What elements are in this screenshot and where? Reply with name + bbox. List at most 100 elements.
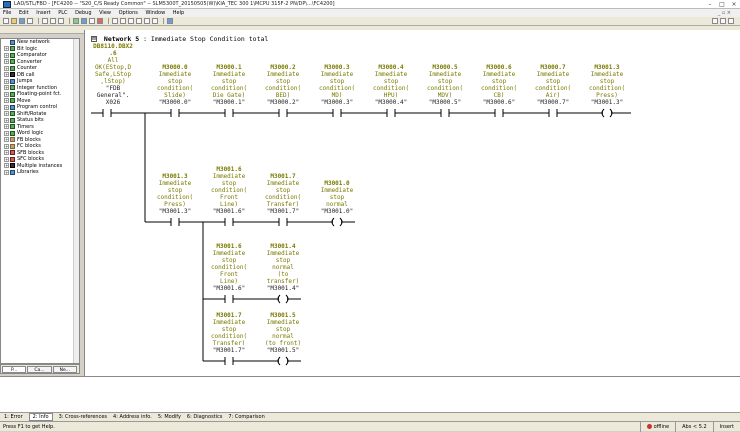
open-icon[interactable] <box>11 18 17 24</box>
expand-icon[interactable]: + <box>4 52 9 58</box>
operand-label[interactable]: M3001.5 Immediate stop normal (to front) "… <box>247 312 319 354</box>
overview-icon[interactable] <box>728 18 734 24</box>
tree-list: New network + Bit logic + Comparator + Convert… <box>1 39 79 176</box>
operand-address: M3001.7 <box>270 173 296 180</box>
branch-open-icon[interactable] <box>144 18 150 24</box>
offline-indicator-icon <box>646 424 652 429</box>
operand-label[interactable]: M3001.3 Immediate stop condition( Press) "… <box>571 64 643 106</box>
tab-error[interactable]: 1: Error <box>4 414 23 420</box>
expand-icon[interactable]: + <box>4 85 9 91</box>
expand-icon[interactable]: + <box>4 143 9 149</box>
menu-insert[interactable]: Insert <box>36 10 50 16</box>
menu-window[interactable]: Window <box>145 10 165 16</box>
program-control-icon <box>10 104 15 110</box>
operand-address: M3001.3 <box>594 64 620 71</box>
coil-icon[interactable] <box>128 18 134 24</box>
ladder-editor[interactable]: ⊟ Network 5 : Immediate Stop Condition t… <box>84 30 740 376</box>
close-icon[interactable]: × <box>728 0 740 8</box>
expand-icon[interactable]: + <box>4 72 9 78</box>
network-icon[interactable] <box>112 18 118 24</box>
paste-icon[interactable] <box>58 18 64 24</box>
save-icon[interactable] <box>19 18 25 24</box>
expand-icon[interactable]: + <box>4 163 9 169</box>
operand-comment: Immediate stop normal (to front) <box>264 319 302 347</box>
operand-address: M3001.0 <box>324 180 350 187</box>
tab-address-info[interactable]: 4: Address info. <box>113 414 152 420</box>
output-tabs: 1: Error 2: Info 3: Cross-references 4: … <box>0 412 740 421</box>
menu-edit[interactable]: Edit <box>19 10 29 16</box>
new-network-icon <box>10 39 15 45</box>
toolbar-separator <box>38 18 39 24</box>
tab-modify[interactable]: 5: Modify <box>158 414 181 420</box>
expand-icon[interactable]: + <box>4 156 9 162</box>
operand-address: DB8110.DBX2 .6 <box>93 43 133 57</box>
expand-icon[interactable]: + <box>4 98 9 104</box>
child-window-controls[interactable]: _ ▫ × <box>718 9 731 17</box>
box-icon[interactable] <box>136 18 142 24</box>
operand-symbol: "M3001.4" <box>266 285 300 292</box>
branch-close-icon[interactable] <box>152 18 158 24</box>
new-icon[interactable] <box>3 18 9 24</box>
expand-icon[interactable]: + <box>4 78 9 84</box>
expand-icon[interactable]: + <box>4 124 9 130</box>
tab-call-structure[interactable]: Ca... <box>27 366 52 373</box>
tree-item[interactable]: + Libraries <box>1 169 79 176</box>
expand-icon[interactable]: + <box>4 65 9 71</box>
expand-icon[interactable]: + <box>4 130 9 136</box>
output-panel[interactable] <box>0 376 740 413</box>
menu-plc[interactable]: PLC <box>58 10 67 16</box>
zoom-in-icon[interactable] <box>712 18 718 24</box>
expand-icon[interactable]: + <box>4 59 9 65</box>
converter-icon <box>10 59 15 65</box>
jumps-icon <box>10 78 15 84</box>
expand-icon[interactable]: + <box>4 104 9 110</box>
operand-label[interactable]: M3001.4 Immediate stop normal (to transfe… <box>247 243 319 292</box>
print-icon[interactable] <box>27 18 33 24</box>
menu-file[interactable]: File <box>3 10 11 16</box>
maximize-icon[interactable]: □ <box>716 0 728 8</box>
comparator-icon <box>10 52 15 58</box>
expand-icon[interactable]: + <box>4 46 9 52</box>
expand-icon[interactable]: + <box>4 91 9 97</box>
minimize-icon[interactable]: – <box>704 0 716 8</box>
operand-comment: Immediate stop normal <box>320 187 354 208</box>
expand-icon[interactable]: + <box>4 111 9 117</box>
operand-label[interactable]: M3001.0 Immediate stop normal "M3001.0" <box>301 180 373 215</box>
contact-icon[interactable] <box>120 18 126 24</box>
timers-icon <box>10 124 15 130</box>
operand-address: M3001.4 <box>270 243 296 250</box>
copy-icon[interactable] <box>50 18 56 24</box>
tab-info[interactable]: 2: Info <box>28 413 53 421</box>
tab-comparison[interactable]: 7: Comparison <box>228 414 264 420</box>
tab-diagnostics[interactable]: 6: Diagnostics <box>187 414 222 420</box>
tree-item-label: Libraries <box>17 169 39 175</box>
expand-icon[interactable] <box>4 40 9 45</box>
menu-debug[interactable]: Debug <box>75 10 91 16</box>
expand-icon[interactable]: + <box>4 137 9 143</box>
monitor-icon[interactable] <box>89 18 95 24</box>
menu-options[interactable]: Options <box>119 10 138 16</box>
move-icon <box>10 98 15 104</box>
shift-rotate-icon <box>10 111 15 117</box>
window-controls: – □ × <box>704 0 740 8</box>
toolbar-separator <box>163 18 164 24</box>
download-icon[interactable] <box>73 18 79 24</box>
tab-program-elements[interactable]: P... <box>2 366 27 373</box>
expand-icon[interactable]: + <box>4 169 9 175</box>
help-icon[interactable] <box>167 18 173 24</box>
tab-network[interactable]: Ne... <box>52 366 77 373</box>
toolbar-separator <box>108 18 109 24</box>
cut-icon[interactable] <box>42 18 48 24</box>
operand-comment: Immediate stop normal (to transfer) <box>266 250 300 285</box>
upload-icon[interactable] <box>81 18 87 24</box>
menu-view[interactable]: View <box>99 10 111 16</box>
program-elements-tree[interactable]: New network + Bit logic + Comparator + Convert… <box>0 38 80 364</box>
zoom-out-icon[interactable] <box>720 18 726 24</box>
expand-icon[interactable]: + <box>4 150 9 156</box>
tree-scrollbar[interactable] <box>73 39 79 363</box>
counter-icon <box>10 65 15 71</box>
menu-help[interactable]: Help <box>173 10 184 16</box>
stop-icon[interactable] <box>97 18 103 24</box>
expand-icon[interactable]: + <box>4 117 9 123</box>
tab-cross-references[interactable]: 3: Cross-references <box>59 414 107 420</box>
